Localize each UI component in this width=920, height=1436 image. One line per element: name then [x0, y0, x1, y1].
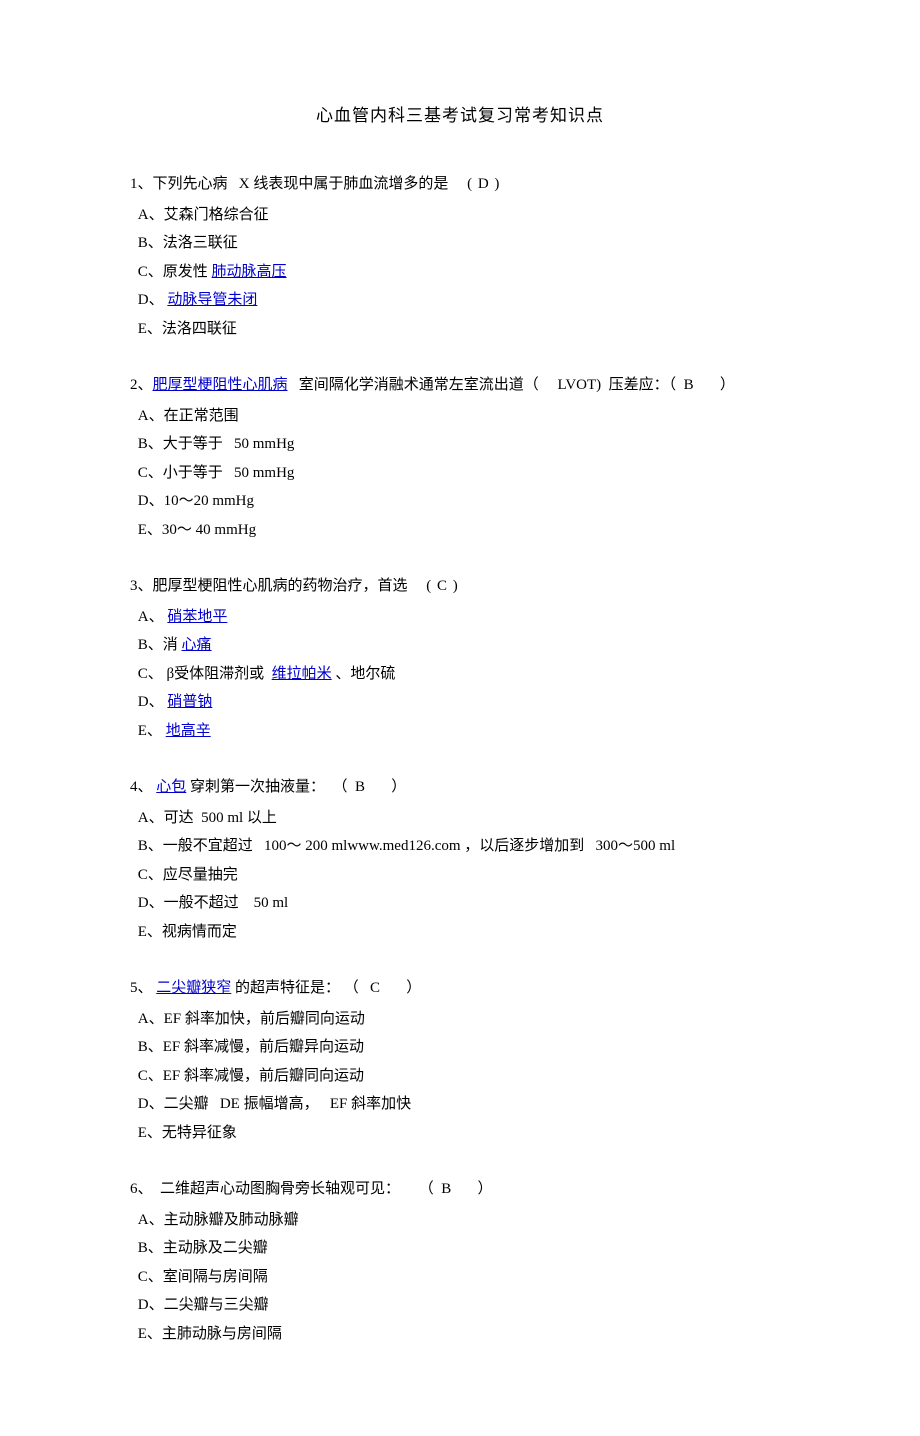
option: A、EF 斜率加快，前后瓣同向运动 [130, 1005, 790, 1034]
keyword-link[interactable]: 二尖瓣狭窄 [156, 980, 231, 996]
option-letter: E [134, 1326, 147, 1342]
option-letter: C [134, 1269, 148, 1285]
option: C、室间隔与房间隔 [130, 1263, 790, 1292]
answer-marker: ( C ) [426, 578, 459, 594]
question-stem: 5、 二尖瓣狭窄 的超声特征是： （ C ） [130, 974, 790, 1003]
questions-container: 1、下列先心病 X 线表现中属于肺血流增多的是 ( D ) A、艾森门格综合征 … [130, 170, 790, 1348]
question: 4、 心包 穿刺第一次抽液量： （ B ） A、可达 500 ml 以上 B、一… [130, 773, 790, 946]
option: B、消 心痛 [130, 631, 790, 660]
keyword-link[interactable]: 硝普钠 [167, 694, 212, 710]
option: D、10～20 mmHg [130, 487, 790, 516]
option-letter: E [134, 522, 147, 538]
option-letter: B [134, 436, 148, 452]
option-letter: D [134, 292, 149, 308]
document-page: 心血管内科三基考试复习常考知识点 1、下列先心病 X 线表现中属于肺血流增多的是… [0, 0, 920, 1436]
keyword-link[interactable]: 心包 [156, 779, 186, 795]
page-title: 心血管内科三基考试复习常考知识点 [130, 100, 790, 132]
question-stem: 6、 二维超声心动图胸骨旁长轴观可见： （ B ） [130, 1175, 790, 1204]
option: E、无特异征象 [130, 1119, 790, 1148]
keyword-link[interactable]: 心痛 [182, 637, 212, 653]
option-letter: A [134, 408, 149, 424]
question: 5、 二尖瓣狭窄 的超声特征是： （ C ） A、EF 斜率加快，前后瓣同向运动… [130, 974, 790, 1147]
question: 6、 二维超声心动图胸骨旁长轴观可见： （ B ） A、主动脉瓣及肺动脉瓣 B、… [130, 1175, 790, 1348]
option-letter: B [134, 1039, 148, 1055]
option-letter: C [134, 867, 148, 883]
option-letter: E [134, 924, 147, 940]
keyword-link[interactable]: 硝苯地平 [167, 609, 227, 625]
option-letter: B [134, 235, 148, 251]
keyword-link[interactable]: 肺动脉高压 [212, 264, 287, 280]
question-stem: 2、肥厚型梗阻性心肌病 室间隔化学消融术通常左室流出道（ LVOT) 压差应：（… [130, 371, 790, 400]
answer-marker: ( D ) [467, 176, 500, 192]
keyword-link[interactable]: 地高辛 [166, 723, 211, 739]
option: E、 地高辛 [130, 717, 790, 746]
question: 2、肥厚型梗阻性心肌病 室间隔化学消融术通常左室流出道（ LVOT) 压差应：（… [130, 371, 790, 544]
option: B、一般不宜超过 100～ 200 mlwww.med126.com ，以后逐步… [130, 832, 790, 861]
option-letter: B [134, 838, 148, 854]
question-number: 1 [130, 176, 138, 192]
option-letter: A [134, 207, 149, 223]
option: A、可达 500 ml 以上 [130, 804, 790, 833]
option: E、视病情而定 [130, 918, 790, 947]
option: D、一般不超过 50 ml [130, 889, 790, 918]
option-letter: A [134, 609, 149, 625]
keyword-link[interactable]: 动脉导管未闭 [167, 292, 257, 308]
option-letter: A [134, 1011, 149, 1027]
keyword-link[interactable]: 肥厚型梗阻性心肌病 [153, 377, 288, 393]
question-number: 3 [130, 578, 138, 594]
question-number: 2 [130, 377, 138, 393]
option: A、艾森门格综合征 [130, 201, 790, 230]
option-letter: C [134, 1068, 148, 1084]
option: D、二尖瓣与三尖瓣 [130, 1291, 790, 1320]
option-letter: E [134, 1125, 147, 1141]
option: D、 动脉导管未闭 [130, 286, 790, 315]
option-letter: D [134, 895, 149, 911]
option: C、EF 斜率减慢，前后瓣同向运动 [130, 1062, 790, 1091]
question-stem: 1、下列先心病 X 线表现中属于肺血流增多的是 ( D ) [130, 170, 790, 199]
option: E、主肺动脉与房间隔 [130, 1320, 790, 1349]
option-letter: B [134, 1240, 148, 1256]
option: B、大于等于 50 mmHg [130, 430, 790, 459]
option: E、30～ 40 mmHg [130, 516, 790, 545]
option: E、法洛四联征 [130, 315, 790, 344]
question: 1、下列先心病 X 线表现中属于肺血流增多的是 ( D ) A、艾森门格综合征 … [130, 170, 790, 343]
option-letter: D [134, 1297, 149, 1313]
option-letter: D [134, 694, 149, 710]
option: B、EF 斜率减慢，前后瓣异向运动 [130, 1033, 790, 1062]
question-stem: 3、肥厚型梗阻性心肌病的药物治疗，首选 ( C ) [130, 572, 790, 601]
keyword-link[interactable]: 维拉帕米 [272, 666, 332, 682]
option: B、法洛三联征 [130, 229, 790, 258]
option-letter: C [134, 465, 148, 481]
option-letter: E [134, 723, 147, 739]
question-number: 6 [130, 1181, 138, 1197]
question-stem: 4、 心包 穿刺第一次抽液量： （ B ） [130, 773, 790, 802]
option: D、 硝普钠 [130, 688, 790, 717]
option-letter: E [134, 321, 147, 337]
option-letter: C [134, 666, 148, 682]
option: D、二尖瓣 DE 振幅增高， EF 斜率加快 [130, 1090, 790, 1119]
question: 3、肥厚型梗阻性心肌病的药物治疗，首选 ( C ) A、 硝苯地平 B、消 心痛… [130, 572, 790, 745]
option-letter: B [134, 637, 148, 653]
question-number: 4 [130, 779, 138, 795]
option: A、 硝苯地平 [130, 603, 790, 632]
option: A、在正常范围 [130, 402, 790, 431]
option-letter: A [134, 1212, 149, 1228]
option: B、主动脉及二尖瓣 [130, 1234, 790, 1263]
option-letter: C [134, 264, 148, 280]
option: C、小于等于 50 mmHg [130, 459, 790, 488]
option: C、原发性 肺动脉高压 [130, 258, 790, 287]
option-letter: D [134, 1096, 149, 1112]
question-number: 5 [130, 980, 138, 996]
option: A、主动脉瓣及肺动脉瓣 [130, 1206, 790, 1235]
option-letter: A [134, 810, 149, 826]
option: C、应尽量抽完 [130, 861, 790, 890]
option-letter: D [134, 493, 149, 509]
option: C、 β受体阻滞剂或 维拉帕米 、地尔硫 [130, 660, 790, 689]
